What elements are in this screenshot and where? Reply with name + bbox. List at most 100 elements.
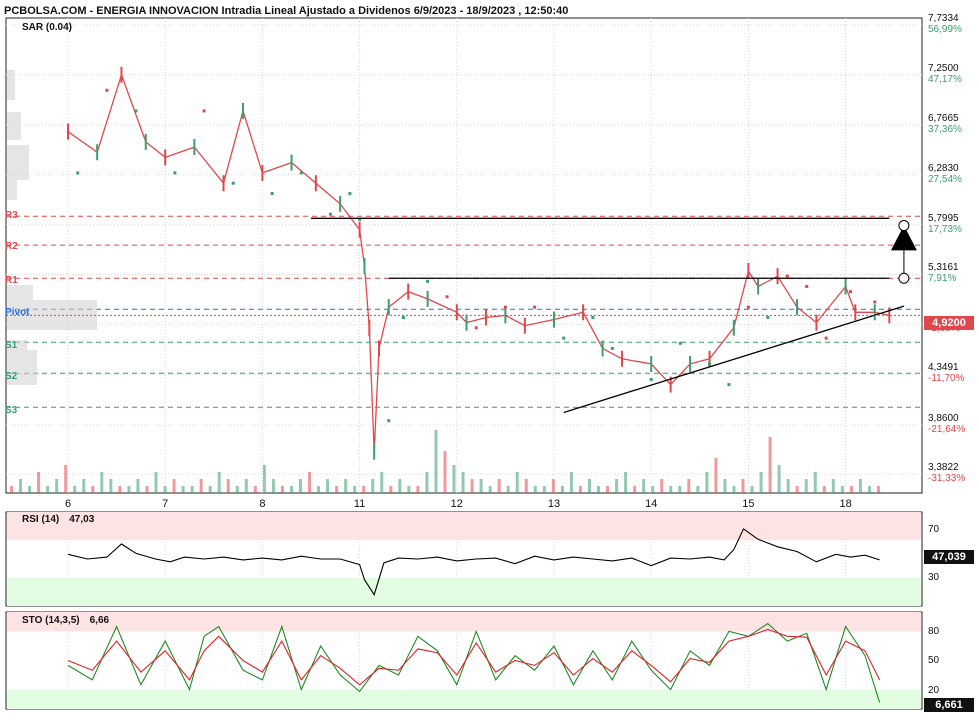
- price-tick-label: 4,3491: [928, 362, 959, 374]
- sto-tick-50: 50: [928, 655, 940, 666]
- volume-bar: [199, 479, 203, 493]
- sar-dot: [805, 284, 809, 288]
- volume-bar: [10, 486, 13, 493]
- target-arrow-origin: [898, 272, 910, 284]
- volume-bar: [615, 479, 619, 493]
- sto-oversold-zone: [7, 689, 921, 709]
- volume-bar: [82, 479, 86, 493]
- rsi-overbought-zone: [7, 512, 921, 541]
- price-tick-label: 7,2500: [928, 62, 959, 74]
- volume-bar: [407, 486, 411, 493]
- volume-bar: [154, 472, 158, 493]
- volume-bar: [100, 472, 104, 493]
- sar-legend: SAR (0.04): [22, 22, 73, 33]
- s1-label: S1: [5, 340, 18, 351]
- sar-dot: [426, 279, 430, 283]
- volume-profile-bar: [7, 180, 17, 200]
- sto-overbought-zone: [7, 612, 921, 632]
- sar-dot: [533, 305, 537, 309]
- volume-bar: [786, 479, 790, 493]
- sar-dot: [824, 336, 828, 340]
- volume-bar: [867, 486, 871, 493]
- sar-dot: [328, 212, 332, 216]
- volume-bar: [768, 437, 772, 493]
- volume-bar: [217, 472, 221, 493]
- chart-stage: 6 7 8 11 12 13 14 15 18 PCBOLSA.COM - ENERGIA IN…: [0, 0, 979, 715]
- volume-bar: [46, 486, 50, 493]
- volume-bar: [298, 479, 302, 493]
- volume-bar: [145, 486, 149, 493]
- x-tick-label: 11: [354, 498, 365, 510]
- volume-bar: [416, 486, 420, 493]
- volume-bar: [118, 486, 122, 493]
- x-tick-label: 7: [162, 498, 168, 510]
- volume-bar: [28, 486, 32, 493]
- volume-bar: [398, 479, 402, 493]
- volume-bar: [606, 486, 610, 493]
- volume-bar: [732, 486, 736, 493]
- volume-bar: [271, 479, 275, 493]
- volume-bar: [542, 486, 546, 493]
- price-tick-label: 5,7995: [928, 212, 959, 224]
- r1-label: R1: [5, 275, 18, 286]
- volume-bar: [208, 486, 212, 493]
- sar-dot: [591, 315, 595, 319]
- x-tick-label: 15: [742, 498, 754, 510]
- price-pct-label: -11,70%: [928, 373, 965, 385]
- volume-bar: [587, 479, 591, 493]
- x-tick-label: 6: [65, 498, 71, 510]
- rsi-tick-30: 30: [928, 572, 940, 583]
- rsi-tick-70: 70: [928, 524, 940, 535]
- sar-dot: [785, 274, 789, 278]
- sar-dot: [134, 109, 138, 113]
- volume-bar: [244, 479, 248, 493]
- price-pct-label: 37,36%: [928, 123, 962, 135]
- volume-bar: [479, 479, 483, 493]
- x-tick-label: 14: [645, 498, 657, 510]
- volume-bar: [280, 486, 284, 493]
- r3-label: R3: [5, 210, 18, 221]
- x-tick-label: 8: [259, 498, 265, 510]
- sar-dot: [708, 362, 712, 366]
- volume-profile-bar: [7, 70, 15, 100]
- rsi-last-tag: 47,039: [924, 550, 974, 564]
- volume-bar: [172, 479, 176, 493]
- volume-bar: [425, 472, 429, 493]
- volume-profile-bar: [7, 112, 21, 140]
- volume-bar: [678, 486, 682, 493]
- volume-bar: [109, 479, 113, 493]
- price-tick-label: 3,8600: [928, 412, 959, 424]
- volume-bar: [190, 486, 194, 493]
- chart-svg: 6 7 8 11 12 13 14 15 18: [5, 17, 923, 710]
- volume-profile-bar: [7, 285, 33, 300]
- s2-label: S2: [5, 371, 18, 382]
- volume-bar: [696, 486, 700, 493]
- x-tick-label: 13: [548, 498, 560, 510]
- price-pct-label: 47,17%: [928, 73, 962, 85]
- sar-dot: [76, 171, 80, 175]
- volume-bar: [515, 472, 519, 493]
- volume-bar: [651, 486, 655, 493]
- volume-bar: [19, 479, 23, 493]
- sar-dot: [474, 326, 478, 330]
- volume-bar: [840, 486, 844, 493]
- sar-dot: [766, 315, 770, 319]
- s3-label: S3: [5, 405, 18, 416]
- volume-bar: [452, 465, 456, 493]
- target-arrow-tip: [898, 220, 910, 232]
- volume-profile-bar: [7, 145, 29, 180]
- sar-dot: [445, 295, 449, 299]
- sar-dot: [173, 171, 177, 175]
- volume-bar: [64, 465, 68, 493]
- price-line: [67, 72, 890, 452]
- volume-bar: [858, 479, 862, 493]
- sar-dot: [348, 192, 352, 196]
- volume-bar: [136, 479, 140, 493]
- volume-bar: [669, 486, 673, 493]
- sar-dot: [610, 346, 614, 350]
- volume-bar: [181, 486, 185, 493]
- volume-bar: [777, 465, 781, 493]
- volume-bar: [235, 486, 239, 493]
- volume-bar: [822, 486, 826, 493]
- volume-bar: [317, 486, 321, 493]
